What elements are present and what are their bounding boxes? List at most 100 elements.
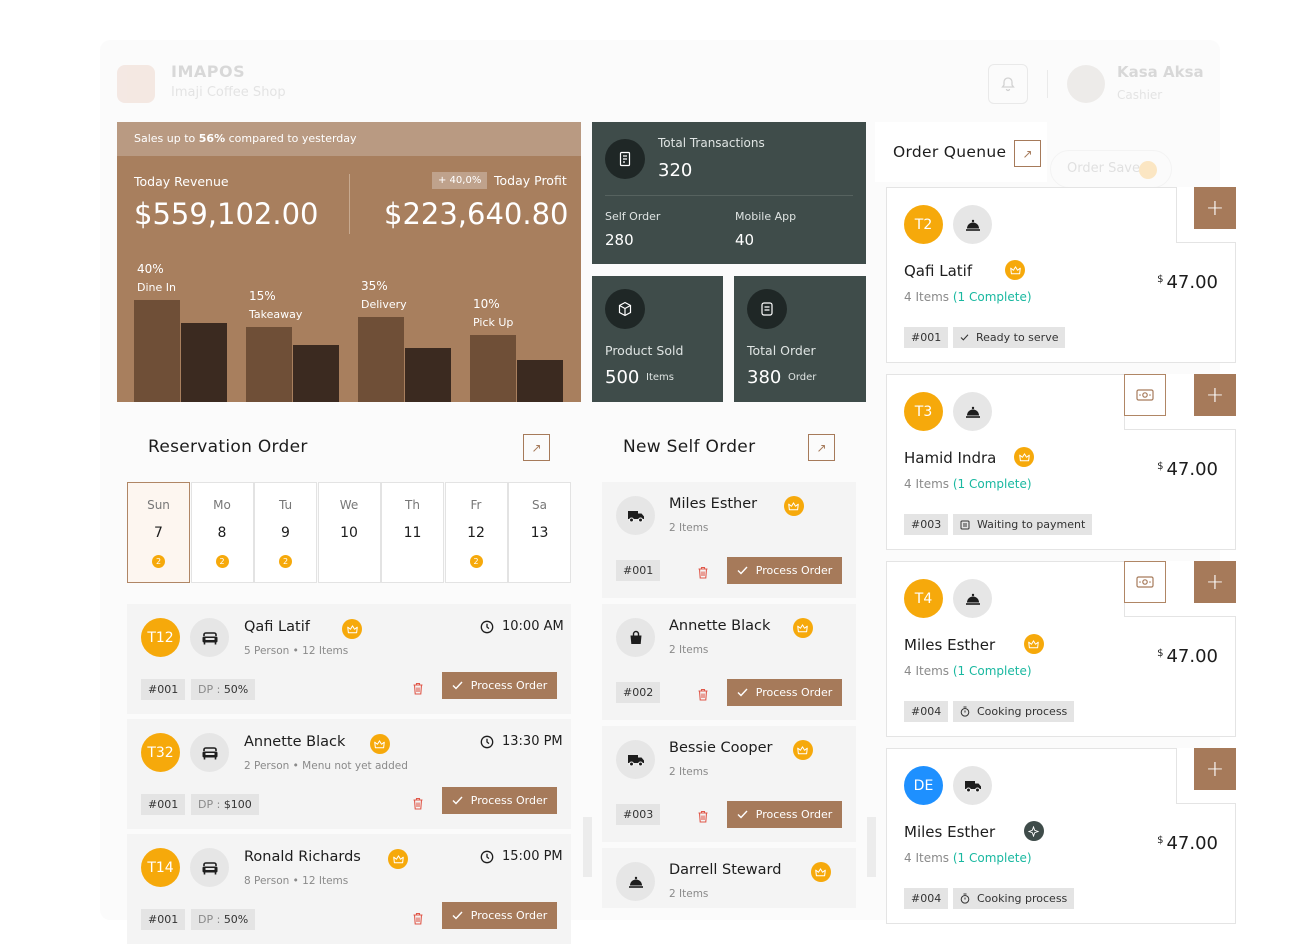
table-badge: T4 <box>904 579 943 618</box>
delete-icon[interactable] <box>697 564 709 579</box>
reservation-time: 13:30 PM <box>480 734 563 749</box>
notification-button[interactable] <box>988 64 1028 104</box>
customer-name: Miles Esther <box>904 636 996 654</box>
reservation-title: Reservation Order <box>148 437 308 457</box>
process-order-button[interactable]: Process Order <box>442 902 557 929</box>
channel-label: Delivery <box>361 298 407 311</box>
down-payment: DP : $100 <box>191 794 259 815</box>
receipt-icon <box>605 139 645 179</box>
crown-icon <box>792 618 813 638</box>
delete-icon[interactable] <box>412 680 424 695</box>
order-id: #003 <box>616 804 661 825</box>
complete-count: (1 Complete) <box>952 290 1032 304</box>
process-order-button[interactable]: Process Order <box>727 679 842 706</box>
delete-icon[interactable] <box>697 808 709 823</box>
calendar-day-mo[interactable]: Mo 8 2 <box>190 482 254 583</box>
reservation-count-badge: 2 <box>152 555 165 568</box>
avatar[interactable] <box>1067 65 1105 103</box>
self-order-card[interactable]: Bessie Cooper 2 Items #003 Process Order <box>602 726 856 842</box>
channel-bar-2 <box>246 327 292 402</box>
payment-button[interactable] <box>1124 374 1166 416</box>
item-progress: 4 Items (1 Complete) <box>904 851 1032 865</box>
status-text: Ready to serve <box>976 331 1059 344</box>
day-name: Tu <box>278 498 293 512</box>
add-item-button[interactable]: + <box>1194 374 1236 416</box>
queue-expand-button[interactable]: ↗ <box>1014 140 1041 167</box>
reservation-expand-button[interactable]: ↗ <box>523 434 550 461</box>
table-badge: T3 <box>904 392 943 431</box>
order-saved-toast: Order Saved <box>1050 150 1172 188</box>
transactions-value: 320 <box>658 160 693 181</box>
order-status: Cooking process <box>953 888 1075 909</box>
top-header: IMAPOS Imaji Coffee Shop Kasa Aksa Cashi… <box>100 48 1220 118</box>
process-order-button[interactable]: Process Order <box>727 801 842 828</box>
dp-value: $100 <box>223 798 252 811</box>
order-price: $47.00 <box>1157 833 1218 854</box>
delete-icon[interactable] <box>697 686 709 701</box>
day-number: 12 <box>467 525 485 541</box>
channel-bar-secondary-4 <box>517 360 563 402</box>
process-order-button[interactable]: Process Order <box>442 672 557 699</box>
button-label: Process Order <box>470 909 548 922</box>
process-order-button[interactable]: Process Order <box>727 557 842 584</box>
delete-icon[interactable] <box>412 795 424 810</box>
item-count: 4 Items <box>904 851 950 865</box>
price-value: 47.00 <box>1166 833 1218 854</box>
add-item-button[interactable]: + <box>1194 748 1236 790</box>
table-badge: T12 <box>141 618 180 657</box>
calendar-day-we[interactable]: We 10 <box>317 482 381 583</box>
delete-icon[interactable] <box>412 910 424 925</box>
reservation-card[interactable]: T32 Annette Black 2 Person • Menu not yet … <box>127 719 571 829</box>
order-list-icon <box>747 289 787 329</box>
reservation-scrollbar[interactable] <box>583 817 592 877</box>
customer-name: Qafi Latif <box>244 619 310 635</box>
order-id: #004 <box>904 701 949 722</box>
day-name: Fr <box>470 498 482 512</box>
calendar-day-sun[interactable]: Sun 7 2 <box>127 482 190 583</box>
calendar-day-sa[interactable]: Sa 13 <box>508 482 571 583</box>
item-count: 4 Items <box>904 477 950 491</box>
queue-card[interactable]: + T2 Qafi Latif 4 Items (1 Complete) $47.00 #… <box>886 187 1236 363</box>
self-order-card[interactable]: Darrell Steward 2 Items <box>602 848 856 908</box>
transactions-label: Total Transactions <box>658 136 765 150</box>
queue-card[interactable]: + T4 Miles Esther 4 Items (1 Complete) $47.0… <box>886 561 1236 737</box>
self-order-expand-button[interactable]: ↗ <box>808 434 835 461</box>
day-name: Th <box>405 498 420 512</box>
add-item-button[interactable]: + <box>1194 187 1236 229</box>
clock-icon <box>480 735 494 749</box>
status-text: Cooking process <box>977 705 1068 718</box>
profit-chip: + 40,0% <box>432 172 488 189</box>
button-label: Process Order <box>755 686 833 699</box>
toast-label: Order Saved <box>1067 161 1149 176</box>
channel-label: Takeaway <box>249 308 303 321</box>
clock-icon <box>480 850 494 864</box>
reservation-card[interactable]: T14 Ronald Richards 8 Person • 12 Items 15:… <box>127 834 571 944</box>
process-order-button[interactable]: Process Order <box>442 787 557 814</box>
delivery-truck-icon <box>953 766 992 805</box>
reservation-count-badge: 2 <box>279 555 292 568</box>
item-progress: 4 Items (1 Complete) <box>904 477 1032 491</box>
crown-icon <box>1005 260 1025 280</box>
crown-icon <box>1014 447 1035 467</box>
calendar-day-fr[interactable]: Fr 12 2 <box>444 482 508 583</box>
arrow-up-right-icon: ↗ <box>531 440 542 455</box>
payment-button[interactable] <box>1124 561 1166 603</box>
check-icon <box>737 810 748 819</box>
self-order-card[interactable]: Miles Esther 2 Items #001 Process Order <box>602 482 856 598</box>
cash-icon <box>1136 576 1154 588</box>
timer-icon <box>960 706 970 717</box>
reservation-card[interactable]: T12 Qafi Latif 5 Person • 12 Items 10:00 AM… <box>127 604 571 714</box>
item-count: 2 Items <box>669 644 709 656</box>
calendar-day-tu[interactable]: Tu 9 2 <box>254 482 317 583</box>
down-payment: DP : 50% <box>191 679 256 700</box>
channel-label: Dine In <box>137 281 176 294</box>
delivery-truck-icon <box>616 740 655 779</box>
add-item-button[interactable]: + <box>1194 561 1236 603</box>
self-order-card[interactable]: Annette Black 2 Items #002 Process Order <box>602 604 856 720</box>
queue-card[interactable]: + DE Miles Esther 4 Items (1 Complete) $47.0… <box>886 748 1236 924</box>
complete-count: (1 Complete) <box>952 664 1032 678</box>
price-value: 47.00 <box>1166 646 1218 667</box>
self-order-scrollbar[interactable] <box>867 817 876 877</box>
queue-card[interactable]: + T3 Hamid Indra 4 Items (1 Complete) $47.00… <box>886 374 1236 550</box>
calendar-day-th[interactable]: Th 11 <box>381 482 444 583</box>
